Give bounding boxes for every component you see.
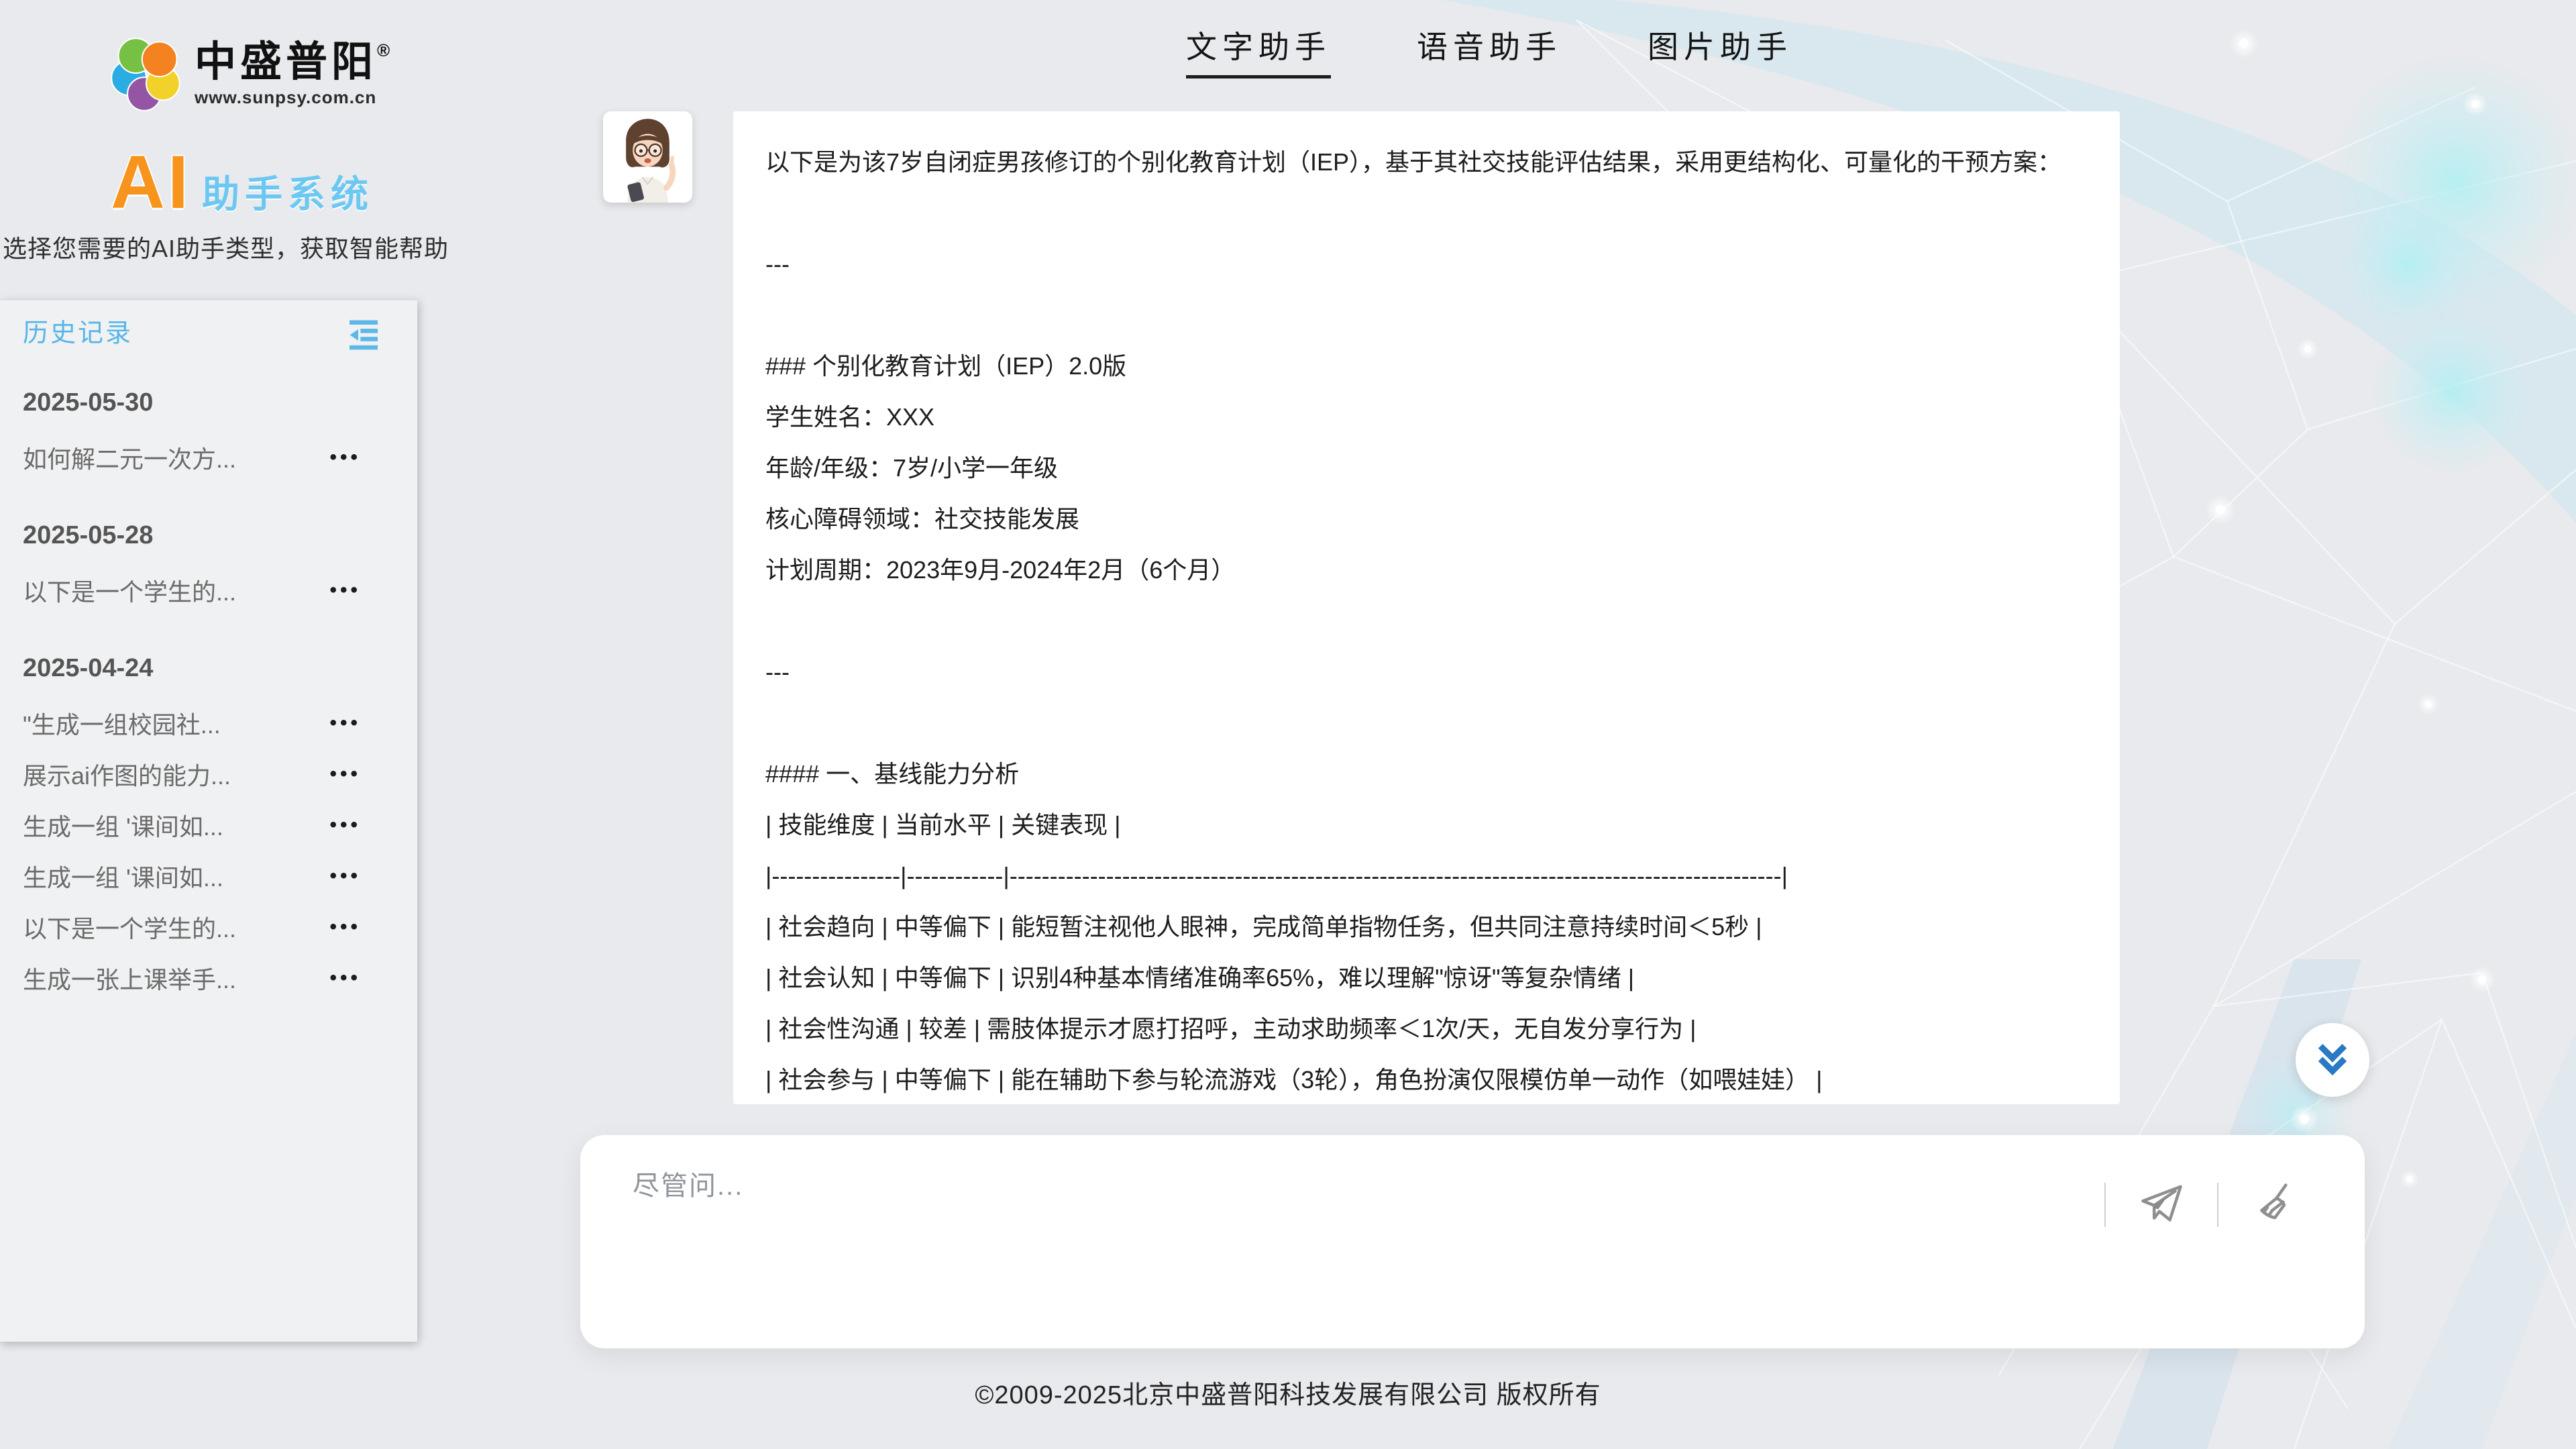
history-item-label: 生成一组 '课间如... bbox=[23, 808, 223, 843]
tab-voice-assistant[interactable]: 语音助手 bbox=[1417, 30, 1562, 78]
history-item[interactable]: "生成一组校园社... ••• bbox=[23, 698, 394, 749]
history-item-menu-button[interactable]: ••• bbox=[329, 953, 361, 1004]
brand-text-block: 中盛普阳 ® www.sunpsy.com.cn bbox=[195, 35, 390, 108]
history-panel: 历史记录 2025-05-30 如何解二元一次方... ••• 2025-05- bbox=[0, 300, 417, 1342]
message-composer bbox=[580, 1135, 2365, 1348]
history-header: 历史记录 bbox=[0, 301, 417, 353]
history-group: 2025-05-28 以下是一个学生的... ••• bbox=[23, 515, 394, 616]
assistant-avatar bbox=[603, 111, 692, 203]
broom-icon bbox=[2247, 1181, 2302, 1229]
brand-header: 中盛普阳 ® www.sunpsy.com.cn bbox=[107, 35, 390, 113]
history-item-menu-button[interactable]: ••• bbox=[329, 902, 361, 953]
history-item-menu-button[interactable]: ••• bbox=[329, 800, 361, 851]
history-item-menu-button[interactable]: ••• bbox=[329, 432, 361, 483]
history-item-menu-button[interactable]: ••• bbox=[329, 851, 361, 902]
clear-button[interactable] bbox=[2247, 1181, 2302, 1229]
scroll-to-bottom-button[interactable] bbox=[2296, 1023, 2369, 1097]
history-title: 历史记录 bbox=[23, 315, 133, 352]
assistant-message-bubble: 以下是为该7岁自闭症男孩修订的个别化教育计划（IEP），基于其社交技能评估结果，… bbox=[733, 111, 2120, 1104]
double-chevron-down-icon bbox=[2310, 1038, 2355, 1082]
history-date: 2025-04-24 bbox=[23, 648, 394, 688]
divider bbox=[2217, 1183, 2218, 1227]
footer-copyright: ©2009-2025北京中盛普阳科技发展有限公司 版权所有 bbox=[0, 1374, 2576, 1411]
history-item[interactable]: 以下是一个学生的... ••• bbox=[23, 565, 394, 616]
app-title-suffix: 助手系统 bbox=[202, 173, 374, 216]
history-item-label: 生成一张上课举手... bbox=[23, 961, 236, 996]
paper-plane-icon bbox=[2134, 1181, 2189, 1229]
tab-image-assistant[interactable]: 图片助手 bbox=[1648, 30, 1792, 78]
app-subtitle: 选择您需要的AI助手类型，获取智能帮助 bbox=[3, 229, 449, 264]
composer-actions bbox=[2104, 1181, 2330, 1229]
app-title: AI 助手系统 bbox=[111, 149, 374, 216]
composer-input[interactable] bbox=[633, 1162, 2075, 1210]
history-item-menu-button[interactable]: ••• bbox=[329, 749, 361, 800]
history-item-label: 生成一组 '课间如... bbox=[23, 859, 223, 894]
assistant-tabs: 文字助手 语音助手 图片助手 bbox=[1186, 30, 1792, 78]
tab-text-assistant[interactable]: 文字助手 bbox=[1186, 30, 1331, 78]
app-title-ai: AI bbox=[111, 149, 191, 216]
brand-url: www.sunpsy.com.cn bbox=[195, 87, 390, 108]
history-item[interactable]: 展示ai作图的能力... ••• bbox=[23, 749, 394, 800]
history-item[interactable]: 以下是一个学生的... ••• bbox=[23, 902, 394, 953]
history-item-menu-button[interactable]: ••• bbox=[329, 565, 361, 616]
assistant-avatar-illustration bbox=[603, 111, 692, 203]
history-item[interactable]: 生成一张上课举手... ••• bbox=[23, 953, 394, 1004]
history-item[interactable]: 生成一组 '课间如... ••• bbox=[23, 800, 394, 851]
send-button[interactable] bbox=[2134, 1181, 2189, 1229]
indent-collapse-icon bbox=[345, 314, 382, 353]
divider bbox=[2104, 1183, 2106, 1227]
history-group: 2025-05-30 如何解二元一次方... ••• bbox=[23, 382, 394, 483]
history-item-label: 如何解二元一次方... bbox=[23, 440, 236, 475]
history-date: 2025-05-28 bbox=[23, 515, 394, 555]
assistant-message-text: 以下是为该7岁自闭症男孩修订的个别化教育计划（IEP），基于其社交技能评估结果，… bbox=[733, 111, 2120, 1104]
history-group: 2025-04-24 "生成一组校园社... ••• 展示ai作图的能力... … bbox=[23, 648, 394, 1004]
brand-registered-mark: ® bbox=[377, 40, 390, 61]
history-item-label: 以下是一个学生的... bbox=[23, 573, 236, 608]
history-item-label: "生成一组校园社... bbox=[23, 706, 221, 741]
brand-name: 中盛普阳 bbox=[195, 42, 377, 83]
history-list: 2025-05-30 如何解二元一次方... ••• 2025-05-28 以下… bbox=[0, 353, 417, 1004]
history-item[interactable]: 生成一组 '课间如... ••• bbox=[23, 851, 394, 902]
history-date: 2025-05-30 bbox=[23, 382, 394, 423]
history-item[interactable]: 如何解二元一次方... ••• bbox=[23, 432, 394, 483]
history-item-label: 以下是一个学生的... bbox=[23, 910, 236, 945]
brand-flower-logo-icon bbox=[107, 35, 185, 113]
history-item-menu-button[interactable]: ••• bbox=[329, 698, 361, 749]
history-item-label: 展示ai作图的能力... bbox=[23, 757, 231, 792]
collapse-sidebar-button[interactable] bbox=[345, 314, 382, 353]
